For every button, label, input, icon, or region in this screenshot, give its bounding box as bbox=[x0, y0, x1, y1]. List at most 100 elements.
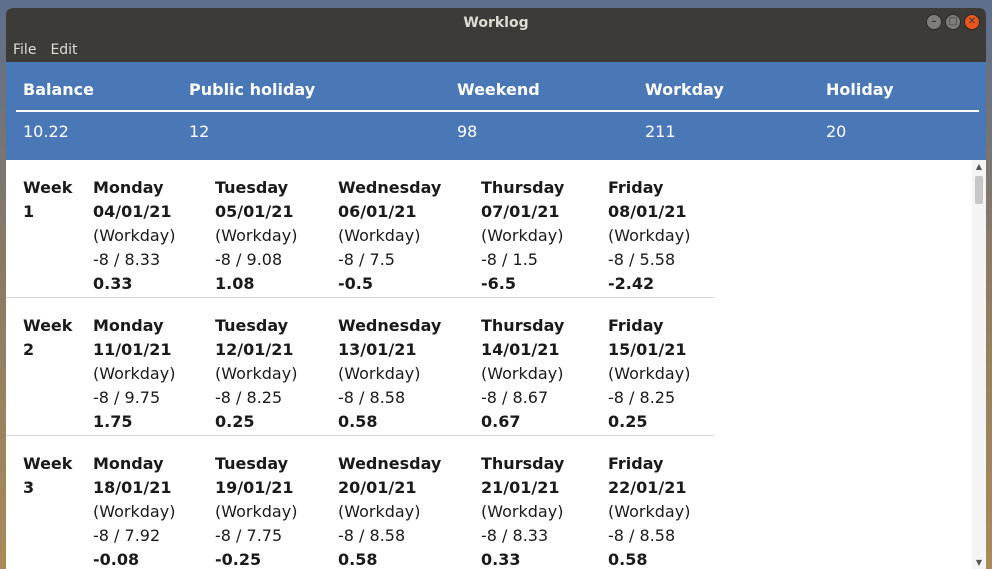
day-type: (Workday) bbox=[93, 502, 176, 521]
day-hours: -8 / 8.67 bbox=[481, 388, 549, 407]
day-date: 21/01/21 bbox=[481, 478, 560, 497]
summary-header-workday: Workday bbox=[645, 80, 724, 99]
day-date: 14/01/21 bbox=[481, 340, 560, 359]
day-balance: 0.58 bbox=[338, 412, 378, 431]
day-balance: -6.5 bbox=[481, 274, 516, 293]
day-type: (Workday) bbox=[215, 502, 298, 521]
day-name: Tuesday bbox=[215, 316, 289, 335]
minimize-icon[interactable]: – bbox=[926, 14, 942, 30]
day-cell[interactable]: Wednesday 06/01/21 (Workday) -8 / 7.5 -0… bbox=[338, 176, 441, 296]
day-date: 11/01/21 bbox=[93, 340, 172, 359]
week-label-text: Week bbox=[23, 178, 73, 197]
day-type: (Workday) bbox=[215, 226, 298, 245]
day-cell[interactable]: Thursday 21/01/21 (Workday) -8 / 8.33 0.… bbox=[481, 452, 564, 569]
scroll-down-icon[interactable]: ▼ bbox=[972, 558, 986, 567]
day-hours: -8 / 9.75 bbox=[93, 388, 161, 407]
week-number: 1 bbox=[23, 202, 35, 221]
day-type: (Workday) bbox=[481, 226, 564, 245]
day-type: (Workday) bbox=[338, 226, 421, 245]
week-row: Week 1 Monday 04/01/21 (Workday) -8 / 8.… bbox=[6, 160, 714, 298]
day-name: Thursday bbox=[481, 178, 565, 197]
day-cell[interactable]: Wednesday 13/01/21 (Workday) -8 / 8.58 0… bbox=[338, 314, 441, 434]
day-hours: -8 / 7.92 bbox=[93, 526, 161, 545]
menu-edit[interactable]: Edit bbox=[50, 42, 77, 58]
app-window: Worklog – □ ✕ File Edit Balance Public h… bbox=[6, 8, 986, 569]
day-cell[interactable]: Friday 15/01/21 (Workday) -8 / 8.25 0.25 bbox=[608, 314, 690, 434]
window-controls: – □ ✕ bbox=[926, 14, 980, 30]
summary-divider bbox=[16, 110, 979, 112]
day-date: 13/01/21 bbox=[338, 340, 417, 359]
scroll-up-icon[interactable]: ▲ bbox=[972, 162, 986, 171]
day-balance: 1.08 bbox=[215, 274, 255, 293]
week-row: Week 2 Monday 11/01/21 (Workday) -8 / 9.… bbox=[6, 298, 714, 436]
day-cell[interactable]: Tuesday 05/01/21 (Workday) -8 / 9.08 1.0… bbox=[215, 176, 297, 296]
day-name: Tuesday bbox=[215, 454, 289, 473]
day-cell[interactable]: Monday 04/01/21 (Workday) -8 / 8.33 0.33 bbox=[93, 176, 175, 296]
day-balance: -2.42 bbox=[608, 274, 655, 293]
day-name: Friday bbox=[608, 454, 664, 473]
week-label: Week 1 bbox=[23, 176, 72, 224]
vertical-scrollbar[interactable]: ▲ ▼ bbox=[972, 160, 986, 569]
day-name: Thursday bbox=[481, 316, 565, 335]
day-cell[interactable]: Tuesday 19/01/21 (Workday) -8 / 7.75 -0.… bbox=[215, 452, 297, 569]
scrollbar-thumb[interactable] bbox=[975, 176, 983, 204]
day-balance: -0.25 bbox=[215, 550, 262, 569]
day-balance: 0.33 bbox=[481, 550, 521, 569]
day-date: 19/01/21 bbox=[215, 478, 294, 497]
day-hours: -8 / 8.33 bbox=[481, 526, 549, 545]
week-label-text: Week bbox=[23, 316, 73, 335]
day-hours: -8 / 7.5 bbox=[338, 250, 395, 269]
day-date: 07/01/21 bbox=[481, 202, 560, 221]
week-label: Week 2 bbox=[23, 314, 72, 362]
day-hours: -8 / 8.25 bbox=[608, 388, 676, 407]
summary-value-balance: 10.22 bbox=[23, 122, 69, 141]
day-type: (Workday) bbox=[481, 502, 564, 521]
summary-header-balance: Balance bbox=[23, 80, 94, 99]
day-type: (Workday) bbox=[608, 502, 691, 521]
day-cell[interactable]: Tuesday 12/01/21 (Workday) -8 / 8.25 0.2… bbox=[215, 314, 297, 434]
day-type: (Workday) bbox=[608, 226, 691, 245]
day-cell[interactable]: Friday 08/01/21 (Workday) -8 / 5.58 -2.4… bbox=[608, 176, 690, 296]
day-name: Wednesday bbox=[338, 316, 442, 335]
day-type: (Workday) bbox=[93, 226, 176, 245]
day-type: (Workday) bbox=[215, 364, 298, 383]
day-cell[interactable]: Thursday 07/01/21 (Workday) -8 / 1.5 -6.… bbox=[481, 176, 564, 296]
day-name: Thursday bbox=[481, 454, 565, 473]
day-name: Friday bbox=[608, 178, 664, 197]
day-date: 04/01/21 bbox=[93, 202, 172, 221]
day-date: 20/01/21 bbox=[338, 478, 417, 497]
day-hours: -8 / 7.75 bbox=[215, 526, 283, 545]
day-name: Wednesday bbox=[338, 454, 442, 473]
day-name: Friday bbox=[608, 316, 664, 335]
menu-bar: File Edit bbox=[6, 38, 986, 62]
summary-header-weekend: Weekend bbox=[457, 80, 540, 99]
day-name: Wednesday bbox=[338, 178, 442, 197]
summary-value-holiday: 20 bbox=[826, 122, 847, 141]
week-row: Week 3 Monday 18/01/21 (Workday) -8 / 7.… bbox=[6, 436, 714, 569]
day-cell[interactable]: Thursday 14/01/21 (Workday) -8 / 8.67 0.… bbox=[481, 314, 564, 434]
day-type: (Workday) bbox=[338, 502, 421, 521]
maximize-icon[interactable]: □ bbox=[945, 14, 961, 30]
day-cell[interactable]: Monday 18/01/21 (Workday) -8 / 7.92 -0.0… bbox=[93, 452, 175, 569]
day-balance: 0.33 bbox=[93, 274, 133, 293]
week-label-text: Week bbox=[23, 454, 73, 473]
day-balance: 1.75 bbox=[93, 412, 133, 431]
summary-header-public-holiday: Public holiday bbox=[189, 80, 316, 99]
menu-file[interactable]: File bbox=[13, 42, 36, 58]
summary-table: Balance Public holiday Weekend Workday H… bbox=[6, 62, 986, 160]
day-hours: -8 / 9.08 bbox=[215, 250, 283, 269]
title-bar[interactable]: Worklog – □ ✕ bbox=[6, 8, 986, 38]
summary-header-holiday: Holiday bbox=[826, 80, 894, 99]
day-cell[interactable]: Monday 11/01/21 (Workday) -8 / 9.75 1.75 bbox=[93, 314, 175, 434]
summary-value-weekend: 98 bbox=[457, 122, 478, 141]
day-cell[interactable]: Friday 22/01/21 (Workday) -8 / 8.58 0.58 bbox=[608, 452, 690, 569]
day-hours: -8 / 8.58 bbox=[338, 526, 406, 545]
day-type: (Workday) bbox=[93, 364, 176, 383]
day-balance: 0.25 bbox=[215, 412, 255, 431]
day-hours: -8 / 5.58 bbox=[608, 250, 676, 269]
day-hours: -8 / 8.33 bbox=[93, 250, 161, 269]
day-date: 12/01/21 bbox=[215, 340, 294, 359]
day-cell[interactable]: Wednesday 20/01/21 (Workday) -8 / 8.58 0… bbox=[338, 452, 441, 569]
close-icon[interactable]: ✕ bbox=[964, 14, 980, 30]
day-date: 06/01/21 bbox=[338, 202, 417, 221]
